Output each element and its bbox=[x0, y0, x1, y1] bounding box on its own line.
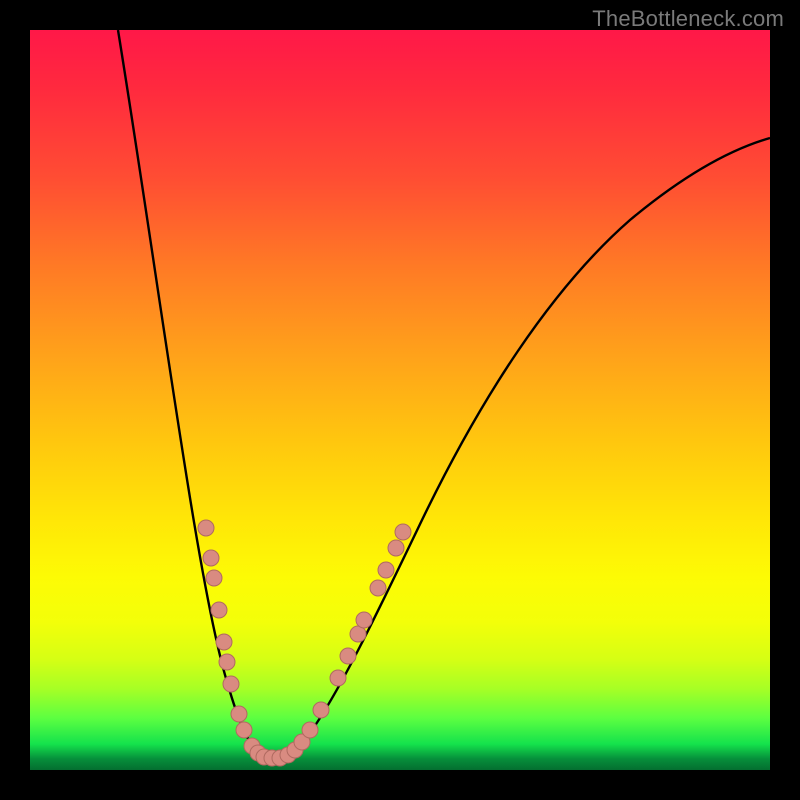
data-marker bbox=[216, 634, 232, 650]
data-marker bbox=[236, 722, 252, 738]
curve-group bbox=[118, 30, 770, 758]
data-marker bbox=[340, 648, 356, 664]
marker-group bbox=[198, 520, 411, 766]
data-marker bbox=[388, 540, 404, 556]
curve-left bbox=[118, 30, 274, 758]
data-marker bbox=[370, 580, 386, 596]
curve-right bbox=[274, 138, 770, 758]
data-marker bbox=[313, 702, 329, 718]
data-marker bbox=[223, 676, 239, 692]
watermark-text: TheBottleneck.com bbox=[592, 6, 784, 32]
chart-frame: TheBottleneck.com bbox=[0, 0, 800, 800]
data-marker bbox=[203, 550, 219, 566]
data-marker bbox=[219, 654, 235, 670]
data-marker bbox=[231, 706, 247, 722]
data-marker bbox=[302, 722, 318, 738]
plot-area bbox=[30, 30, 770, 770]
data-marker bbox=[206, 570, 222, 586]
data-marker bbox=[395, 524, 411, 540]
data-marker bbox=[198, 520, 214, 536]
data-marker bbox=[330, 670, 346, 686]
data-marker bbox=[356, 612, 372, 628]
chart-svg bbox=[30, 30, 770, 770]
data-marker bbox=[211, 602, 227, 618]
data-marker bbox=[378, 562, 394, 578]
